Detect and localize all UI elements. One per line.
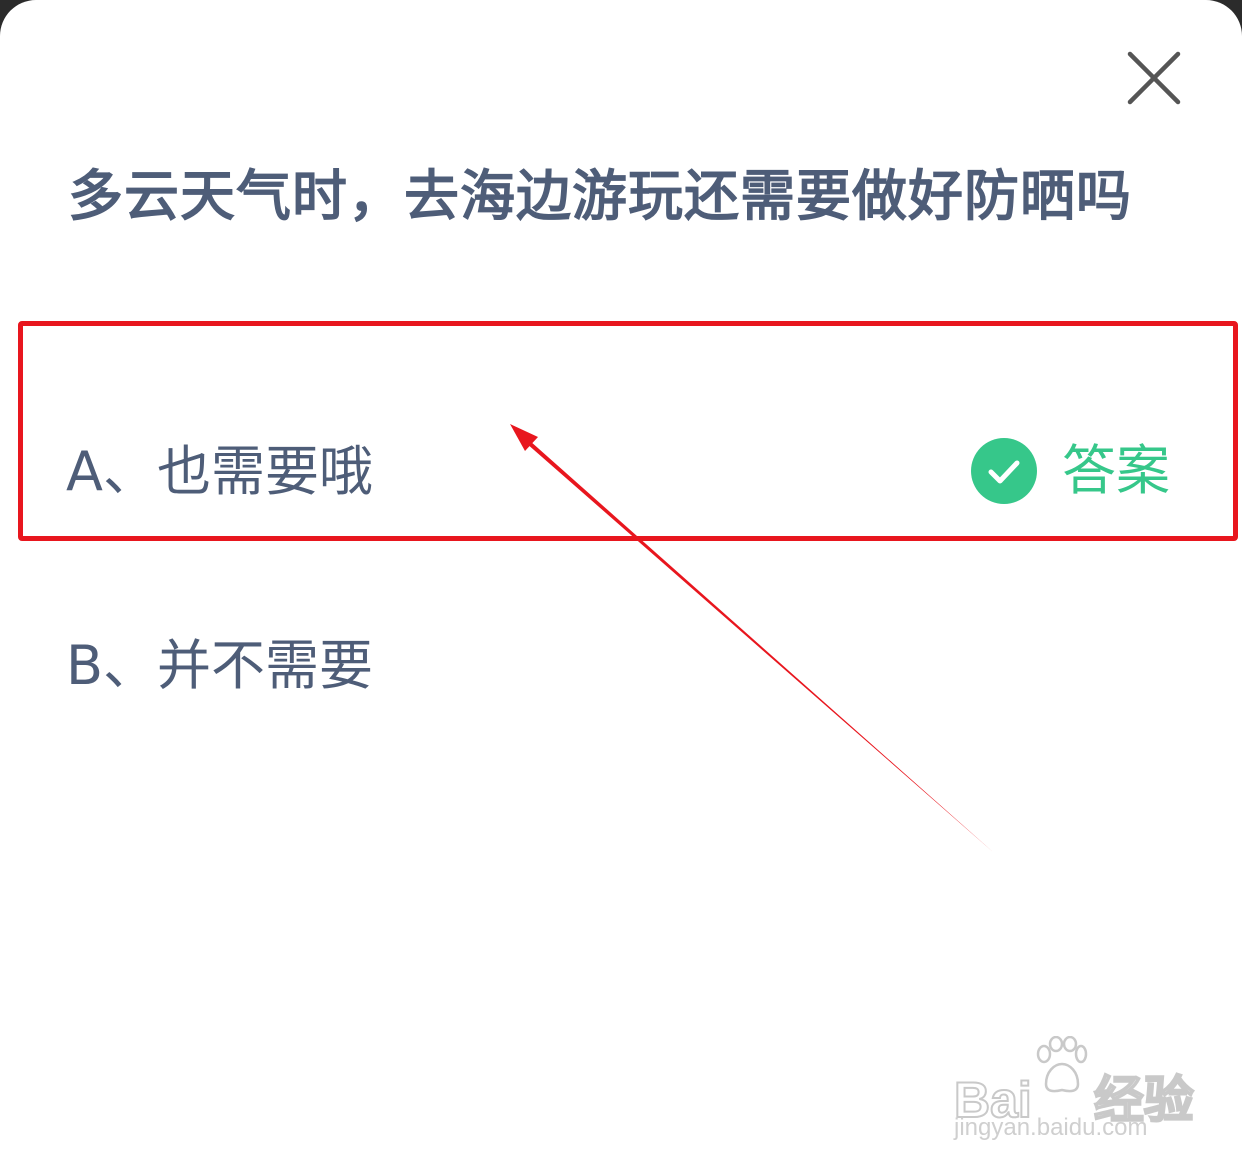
close-icon[interactable] [1122,46,1186,110]
annotation-highlight-box [18,321,1238,541]
close-button[interactable] [1122,46,1186,110]
baidu-jingyan-watermark: Bai 经验 jingyan.baidu.com [948,1036,1195,1146]
question-text: 多云天气时，去海边游玩还需要做好防晒吗 [68,164,1133,228]
watermark-url: jingyan.baidu.com [954,1114,1148,1141]
option-b[interactable]: B、并不需要 [66,634,373,698]
quiz-sheet: 多云天气时，去海边游玩还需要做好防晒吗 A、也需要哦 答案 B、并不需要 Bai… [0,0,1242,1168]
